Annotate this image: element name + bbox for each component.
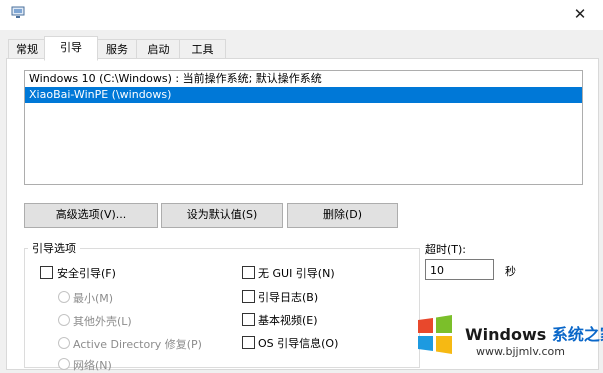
minimal-label: 最小(M) [73, 292, 114, 305]
os-boot-info-label: OS 引导信息(O) [258, 337, 339, 350]
system-config-icon [11, 6, 25, 18]
base-video-label: 基本视频(E) [258, 314, 318, 327]
watermark-title: Windows 系统之家 [465, 321, 603, 345]
watermark-title-windows: Windows [465, 325, 552, 344]
set-default-button[interactable]: 设为默认值(S) [161, 203, 283, 228]
base-video-checkbox[interactable] [242, 313, 255, 326]
os-list[interactable]: Windows 10 (C:\Windows) : 当前操作系统; 默认操作系统… [24, 70, 583, 185]
close-button[interactable]: ✕ [557, 0, 603, 30]
title-bar: ✕ [0, 0, 603, 30]
no-gui-boot-label: 无 GUI 引导(N) [258, 267, 335, 280]
tab-general[interactable]: 常规 [8, 39, 46, 59]
delete-button[interactable]: 删除(D) [287, 203, 398, 228]
active-directory-label: Active Directory 修复(P) [73, 338, 202, 351]
safe-boot-checkbox[interactable] [40, 266, 53, 279]
active-directory-radio[interactable] [58, 337, 70, 349]
watermark-title-site: 系统之家 [551, 325, 603, 344]
tab-tools[interactable]: 工具 [179, 39, 226, 59]
safe-boot-label: 安全引导(F) [57, 267, 116, 280]
windows-logo-icon [418, 315, 452, 354]
minimal-radio[interactable] [58, 291, 70, 303]
os-list-item[interactable]: Windows 10 (C:\Windows) : 当前操作系统; 默认操作系统 [25, 71, 582, 87]
watermark-url: www.bjjmlv.com [476, 345, 565, 358]
timeout-label: 超时(T): [425, 243, 467, 256]
advanced-options-button[interactable]: 高级选项(V)... [24, 203, 158, 228]
boot-log-checkbox[interactable] [242, 290, 255, 303]
tab-startup[interactable]: 启动 [136, 39, 181, 59]
alternate-shell-radio[interactable] [58, 314, 70, 326]
os-list-item-selected[interactable]: XiaoBai-WinPE (\windows) [25, 87, 582, 103]
timeout-input[interactable]: 10 [425, 259, 494, 280]
alternate-shell-label: 其他外壳(L) [73, 315, 132, 328]
os-boot-info-checkbox[interactable] [242, 336, 255, 349]
no-gui-boot-checkbox[interactable] [242, 266, 255, 279]
boot-log-label: 引导日志(B) [258, 291, 319, 304]
network-label: 网络(N) [73, 359, 112, 372]
network-radio[interactable] [58, 358, 70, 370]
boot-options-title: 引导选项 [28, 240, 80, 256]
tab-boot[interactable]: 引导 [44, 36, 98, 61]
timeout-unit: 秒 [505, 265, 516, 278]
tab-services[interactable]: 服务 [96, 39, 138, 59]
